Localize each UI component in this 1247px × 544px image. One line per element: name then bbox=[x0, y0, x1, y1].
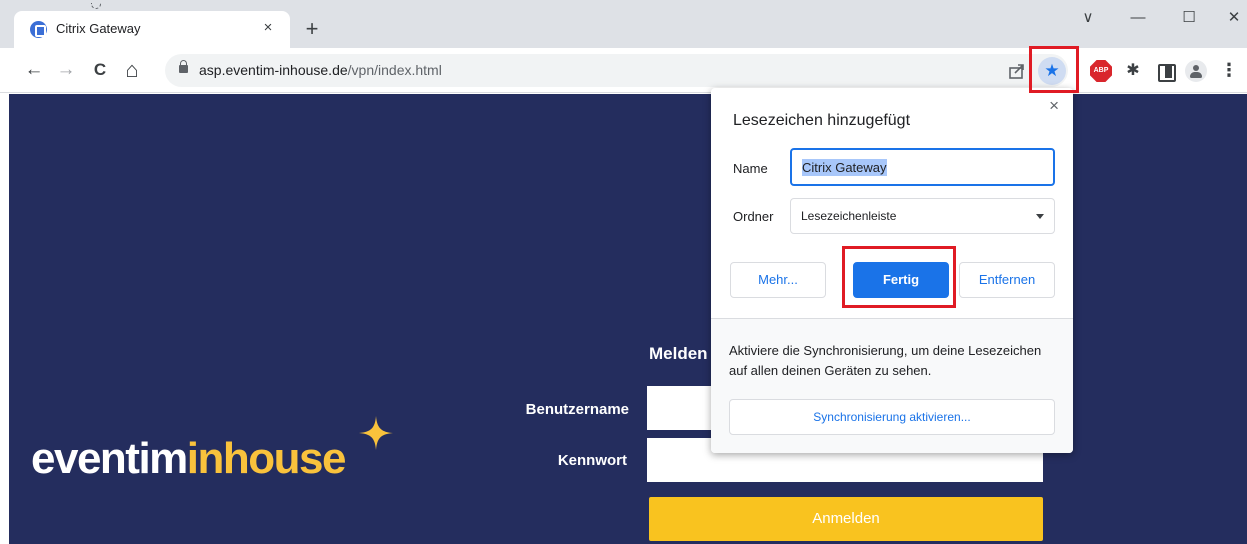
folder-select-value: Lesezeichenleiste bbox=[801, 209, 897, 223]
lock-icon[interactable] bbox=[179, 60, 188, 73]
tab-close-icon[interactable]: × bbox=[258, 18, 278, 38]
reload-button[interactable]: C bbox=[88, 58, 112, 82]
more-button[interactable]: Mehr... bbox=[730, 262, 826, 298]
eventim-inhouse-logo: eventiminhouse bbox=[31, 434, 346, 483]
name-label: Name bbox=[733, 161, 768, 176]
enable-sync-button[interactable]: Synchronisierung aktivieren... bbox=[729, 399, 1055, 435]
logo-sparkle-icon bbox=[359, 416, 393, 450]
url-text[interactable]: asp.eventim-inhouse.de/vpn/index.html bbox=[199, 62, 442, 78]
dialog-close-icon[interactable]: × bbox=[1049, 96, 1059, 116]
adblock-plus-icon[interactable]: ABP bbox=[1090, 60, 1112, 82]
back-button[interactable]: ← bbox=[22, 58, 46, 82]
login-button[interactable]: Anmelden bbox=[649, 497, 1043, 541]
home-button[interactable]: ⌂ bbox=[120, 58, 144, 82]
bookmark-name-value: Citrix Gateway bbox=[802, 159, 887, 176]
login-heading: Melden bbox=[649, 344, 708, 363]
window-close-button[interactable]: ✕ bbox=[1214, 5, 1247, 31]
sync-promo: Aktiviere die Synchronisierung, um deine… bbox=[711, 318, 1073, 453]
side-panel-icon[interactable] bbox=[1154, 60, 1176, 82]
dialog-title: Lesezeichen hinzugefügt bbox=[733, 112, 911, 129]
tab-strip: Citrix Gateway × + ∨ — ☐ ✕ bbox=[0, 0, 1247, 48]
dropdown-caret-icon bbox=[1036, 214, 1044, 219]
bookmark-folder-select[interactable]: Lesezeichenleiste bbox=[790, 198, 1055, 234]
extensions-puzzle-icon[interactable]: ✱ bbox=[1122, 60, 1144, 82]
chrome-menu-icon[interactable]: ⋮ bbox=[1218, 60, 1240, 82]
share-icon[interactable] bbox=[1006, 60, 1028, 82]
forward-button[interactable]: → bbox=[54, 58, 78, 82]
password-label: Kennwort bbox=[557, 452, 627, 469]
remove-button[interactable]: Entfernen bbox=[959, 262, 1055, 298]
address-bar[interactable]: asp.eventim-inhouse.de/vpn/index.html ★ bbox=[165, 54, 1068, 87]
sync-promo-text: Aktiviere die Synchronisierung, um deine… bbox=[729, 343, 1042, 378]
loading-indicator-icon bbox=[91, 3, 101, 9]
maximize-button[interactable]: ☐ bbox=[1169, 5, 1209, 31]
folder-label: Ordner bbox=[733, 209, 774, 224]
star-highlight-box bbox=[1029, 46, 1079, 93]
minimize-button[interactable]: — bbox=[1118, 5, 1158, 31]
tab-search-chevron-down-icon[interactable]: ∨ bbox=[1068, 5, 1108, 31]
tab-citrix-gateway[interactable]: Citrix Gateway × bbox=[14, 11, 290, 48]
username-label: Benutzername bbox=[525, 401, 629, 418]
tab-title: Citrix Gateway bbox=[56, 21, 141, 36]
done-button-highlight-box bbox=[842, 246, 956, 308]
new-tab-button[interactable]: + bbox=[300, 18, 324, 42]
citrix-favicon-icon bbox=[30, 21, 47, 38]
bookmark-name-input[interactable]: Citrix Gateway bbox=[790, 148, 1055, 186]
profile-avatar-icon[interactable] bbox=[1185, 60, 1207, 82]
